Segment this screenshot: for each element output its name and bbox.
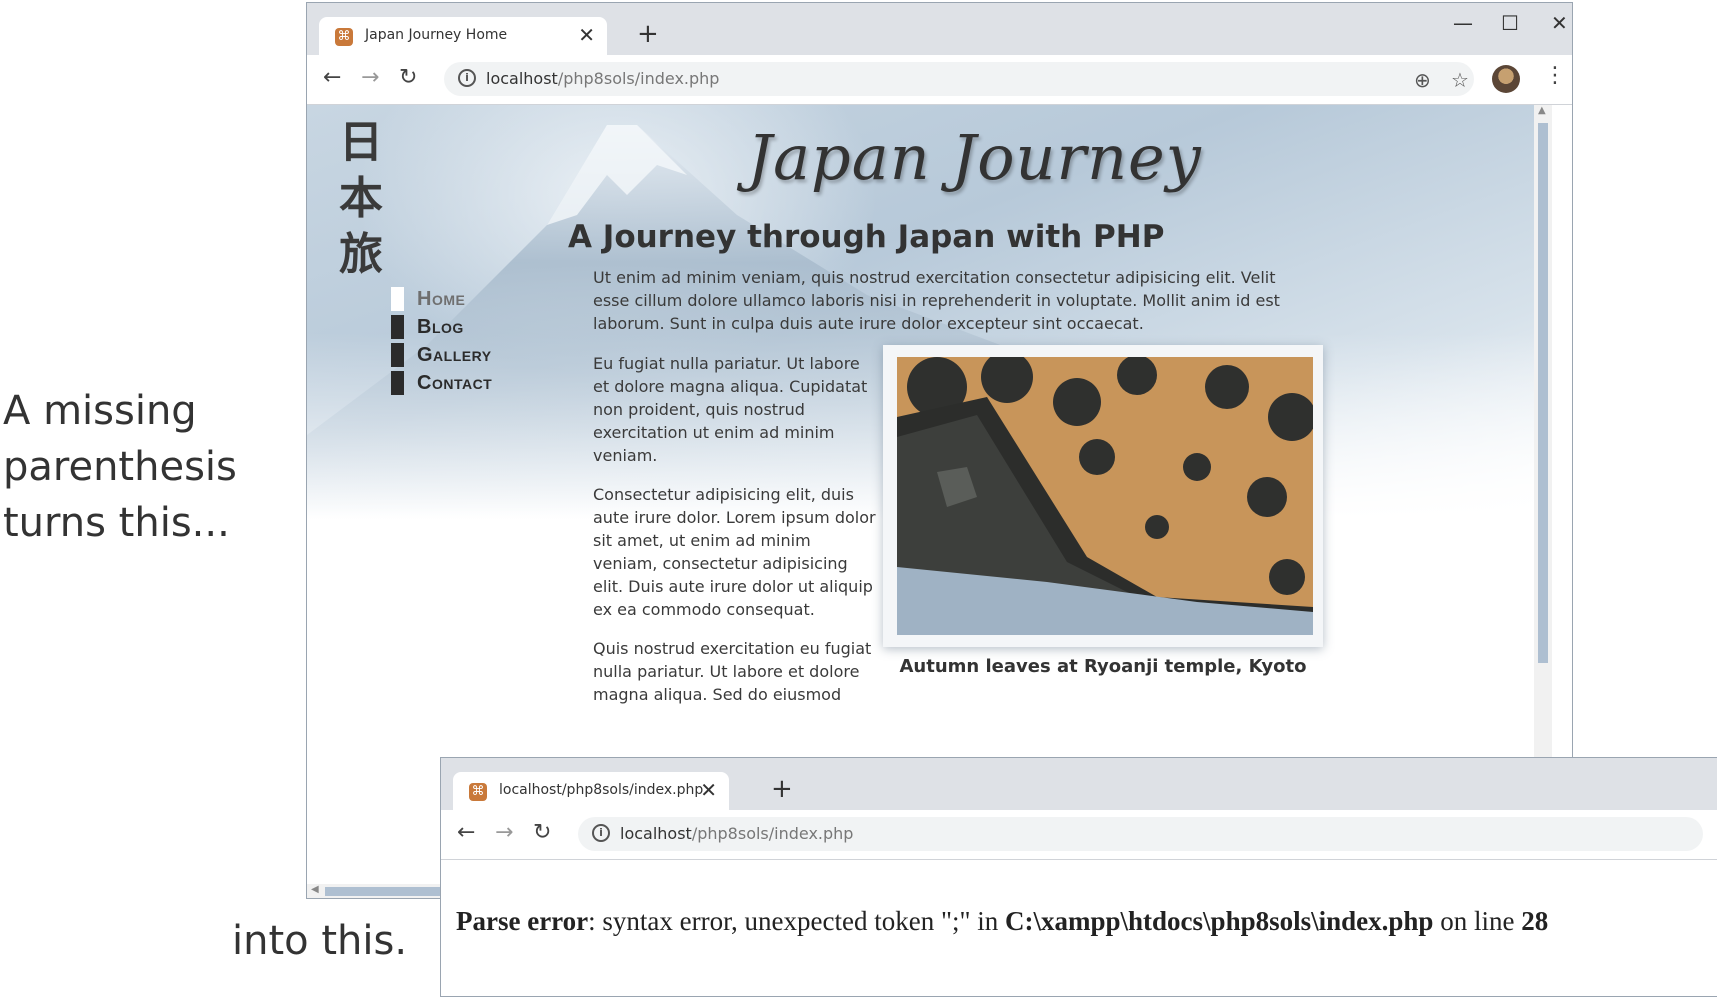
tab-strip: ⌘ localhost/php8sols/index.php ✕ + — [441, 758, 1717, 810]
paragraph: Quis nostrud exercitation eu fugiat null… — [593, 639, 872, 704]
nav-item-blog[interactable]: Blog — [391, 313, 492, 341]
xampp-favicon-icon: ⌘ — [469, 783, 487, 801]
back-icon[interactable]: ← — [323, 65, 341, 90]
minimize-icon[interactable]: — — [1453, 11, 1473, 35]
nav-marker — [391, 371, 404, 395]
nav-label: Gallery — [417, 344, 492, 366]
profile-avatar[interactable] — [1492, 65, 1520, 93]
paragraph: Consectetur adipisicing elit, duis aute … — [593, 485, 876, 619]
scroll-up-icon[interactable]: ▲ — [1538, 105, 1546, 116]
info-icon[interactable]: i — [592, 824, 610, 842]
tab-close-icon[interactable]: ✕ — [578, 23, 595, 47]
tab-title: Japan Journey Home — [365, 27, 508, 43]
new-tab-button[interactable]: + — [771, 774, 793, 804]
error-line-number: 28 — [1521, 906, 1549, 936]
info-icon[interactable]: i — [458, 69, 476, 87]
error-file: C:\xampp\htdocs\php8sols\index.php — [1005, 906, 1434, 936]
page-heading: A Journey through Japan with PHP — [568, 219, 1165, 255]
browser-toolbar: ← → ↻ i localhost/php8sols/index.php ⊕ ☆… — [307, 55, 1572, 105]
nav-item-gallery[interactable]: Gallery — [391, 341, 492, 369]
caption-bottom: into this. — [232, 918, 408, 964]
nav-item-contact[interactable]: Contact — [391, 369, 492, 397]
nav-marker — [391, 315, 404, 339]
maximize-icon[interactable]: ☐ — [1501, 11, 1519, 35]
error-text: : syntax error, unexpected token ";" in — [588, 906, 1006, 936]
nav-label: Blog — [417, 316, 464, 338]
forward-icon[interactable]: → — [361, 65, 379, 90]
xampp-favicon-icon: ⌘ — [335, 28, 353, 46]
tab-close-icon[interactable]: ✕ — [700, 778, 717, 802]
nav-marker — [391, 287, 404, 311]
nav-label: Home — [417, 288, 466, 310]
url-text: localhost/php8sols/index.php — [486, 69, 720, 88]
kanji-char: 旅 — [339, 229, 383, 280]
photo-frame — [883, 345, 1323, 647]
reload-icon[interactable]: ↻ — [399, 65, 417, 90]
paragraph: Eu fugiat nulla pariatur. Ut labore et d… — [593, 354, 868, 465]
close-window-icon[interactable]: ✕ — [1551, 11, 1568, 35]
photo-caption: Autumn leaves at Ryoanji temple, Kyoto — [899, 656, 1307, 677]
zoom-icon[interactable]: ⊕ — [1414, 68, 1431, 92]
site-title: Japan Journey — [747, 121, 1202, 194]
address-bar[interactable]: i localhost/php8sols/index.php ⊕ ☆ — [444, 62, 1474, 96]
bookmark-star-icon[interactable]: ☆ — [1451, 68, 1469, 92]
new-tab-button[interactable]: + — [637, 19, 659, 49]
reload-icon[interactable]: ↻ — [533, 820, 551, 845]
tab-localhost[interactable]: ⌘ localhost/php8sols/index.php ✕ — [453, 772, 729, 810]
back-icon[interactable]: ← — [457, 820, 475, 845]
parse-error-message: Parse error: syntax error, unexpected to… — [456, 906, 1548, 937]
browser-menu-icon[interactable]: ⋮ — [1544, 63, 1566, 88]
forward-icon[interactable]: → — [495, 820, 513, 845]
browser-toolbar: ← → ↻ i localhost/php8sols/index.php — [441, 810, 1717, 860]
temple-photo — [897, 357, 1313, 635]
temple-roof-image — [897, 357, 1313, 635]
vertical-scroll-thumb[interactable] — [1538, 123, 1548, 663]
error-label: Parse error — [456, 906, 589, 936]
intro-paragraph: Ut enim ad minim veniam, quis nostrud ex… — [593, 268, 1280, 333]
scroll-left-icon[interactable]: ◀ — [311, 884, 319, 895]
caption-top: A missing parenthesis turns this... — [3, 388, 237, 546]
browser-window-error: ⌘ localhost/php8sols/index.php ✕ + ← → ↻… — [440, 757, 1717, 997]
nav-item-home[interactable]: Home — [391, 285, 492, 313]
tab-japan-journey[interactable]: ⌘ Japan Journey Home ✕ — [319, 17, 607, 55]
tab-strip: ⌘ Japan Journey Home ✕ + — ☐ ✕ — [307, 3, 1572, 55]
site-nav: Home Blog Gallery Contact — [391, 285, 492, 397]
nav-label: Contact — [417, 372, 493, 394]
url-text: localhost/php8sols/index.php — [620, 824, 854, 843]
nav-marker — [391, 343, 404, 367]
error-online: on line — [1433, 906, 1522, 936]
tab-title: localhost/php8sols/index.php — [499, 782, 704, 798]
address-bar[interactable]: i localhost/php8sols/index.php — [578, 817, 1703, 851]
